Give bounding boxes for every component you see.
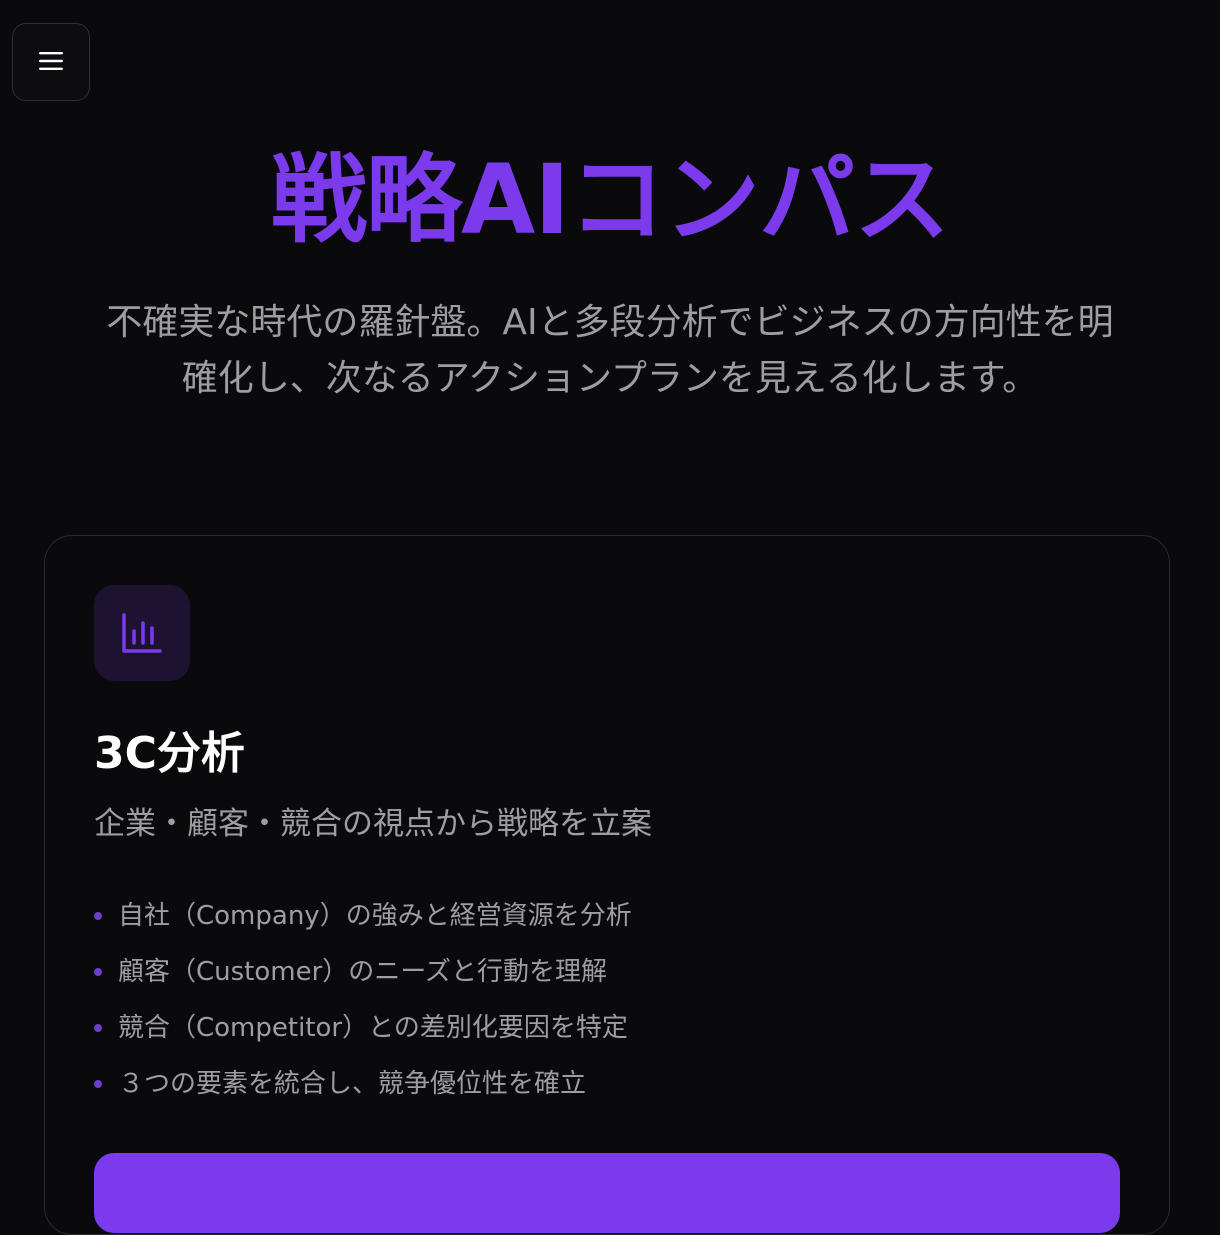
list-item: 顧客（Customer）のニーズと行動を理解: [94, 950, 632, 1006]
feature-text: 競合（Competitor）との差別化要因を特定: [118, 1013, 628, 1043]
bullet-icon: [94, 968, 102, 976]
menu-button[interactable]: [12, 23, 90, 101]
page-subtitle: 不確実な時代の羅針盤。AIと多段分析でビジネスの方向性を明 確化し、次なるアクシ…: [40, 295, 1180, 407]
card-subtitle: 企業・顧客・競合の視点から戦略を立案: [94, 806, 652, 842]
feature-text: 顧客（Customer）のニーズと行動を理解: [118, 957, 607, 987]
feature-text: ３つの要素を統合し、競争優位性を確立: [118, 1069, 587, 1099]
card-title: 3C分析: [94, 728, 245, 779]
page-title: 戦略AIコンパス: [270, 144, 950, 256]
feature-list: 自社（Company）の強みと経営資源を分析 顧客（Customer）のニーズと…: [94, 894, 632, 1118]
hamburger-menu-icon: [38, 51, 64, 74]
bullet-icon: [94, 912, 102, 920]
subtitle-line-1: 不確実な時代の羅針盤。AIと多段分析でビジネスの方向性を明: [106, 302, 1114, 343]
list-item: ３つの要素を統合し、競争優位性を確立: [94, 1062, 632, 1118]
feature-text: 自社（Company）の強みと経営資源を分析: [118, 901, 632, 931]
bullet-icon: [94, 1024, 102, 1032]
analysis-card-3c: 3C分析 企業・顧客・競合の視点から戦略を立案 自社（Company）の強みと経…: [44, 535, 1170, 1235]
list-item: 競合（Competitor）との差別化要因を特定: [94, 1006, 632, 1062]
subtitle-line-2: 確化し、次なるアクションプランを見える化します。: [181, 358, 1039, 399]
bullet-icon: [94, 1080, 102, 1088]
start-analysis-button[interactable]: [94, 1153, 1120, 1233]
bar-chart-icon: [94, 585, 190, 681]
list-item: 自社（Company）の強みと経営資源を分析: [94, 894, 632, 950]
